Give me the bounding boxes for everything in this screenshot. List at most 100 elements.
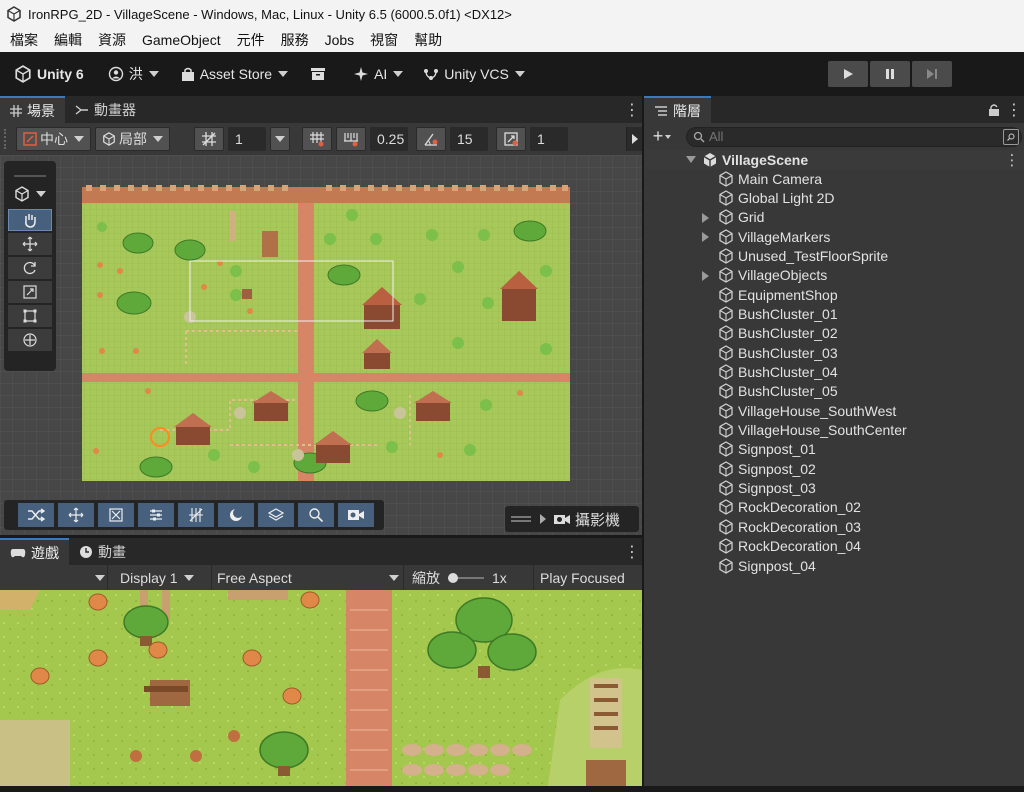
menu-jobs[interactable]: Jobs xyxy=(319,32,361,48)
scene-toolbar-overflow-button[interactable] xyxy=(626,127,642,151)
scene-row-menu-button[interactable]: ⋮ xyxy=(1004,150,1020,169)
play-focused-dropdown[interactable]: Play Focused xyxy=(534,565,642,590)
hierarchy-item[interactable]: RockDecoration_02 xyxy=(718,498,861,517)
hierarchy-item[interactable]: Main Camera xyxy=(718,169,822,188)
hierarchy-item[interactable]: BushCluster_03 xyxy=(718,343,838,362)
asset-store-button[interactable]: Asset Store xyxy=(175,61,294,87)
grid-axis-dropdown[interactable] xyxy=(270,127,290,151)
version-control-button[interactable]: Unity VCS xyxy=(417,61,531,87)
hierarchy-item[interactable]: VillageObjects xyxy=(702,266,827,285)
tab-hierarchy[interactable]: 階層 xyxy=(644,96,711,123)
camera-overlay-button[interactable]: 攝影機 xyxy=(505,506,639,532)
rotate-snap-button[interactable] xyxy=(416,127,446,151)
expand-arrow-icon[interactable] xyxy=(702,232,709,243)
scale-tool-button[interactable] xyxy=(8,281,52,303)
tab-scene[interactable]: 場景 xyxy=(0,96,65,123)
menu-window[interactable]: 視窗 xyxy=(364,30,404,50)
search-input[interactable] xyxy=(709,129,989,144)
scene-root-row[interactable]: VillageScene xyxy=(686,150,808,169)
transform-tool-button[interactable] xyxy=(8,329,52,351)
account-button[interactable]: 洪 xyxy=(102,61,165,87)
expand-arrow-icon[interactable] xyxy=(702,270,709,281)
overlay-tool-9-button[interactable] xyxy=(338,503,374,527)
game-view-type-dropdown[interactable] xyxy=(0,565,108,590)
hierarchy-item[interactable]: RockDecoration_03 xyxy=(718,517,861,536)
overlay-tool-6-button[interactable] xyxy=(218,503,254,527)
scale-snap-button[interactable] xyxy=(496,127,526,151)
snap-increment-field[interactable]: 0.25 xyxy=(370,127,408,151)
increment-snap-button[interactable] xyxy=(336,127,366,151)
hierarchy-item[interactable]: Signpost_04 xyxy=(718,556,816,575)
scene-canvas[interactable] xyxy=(0,155,642,535)
scene-viewport[interactable]: 攝影機 xyxy=(0,155,642,535)
scale-snap-field[interactable]: 1 xyxy=(530,127,568,151)
hierarchy-item[interactable]: Signpost_03 xyxy=(718,479,816,498)
overlay-tool-7-button[interactable] xyxy=(258,503,294,527)
hierarchy-item[interactable]: Signpost_01 xyxy=(718,440,816,459)
scale-slider-thumb[interactable] xyxy=(448,572,458,583)
package-tray-button[interactable] xyxy=(304,61,337,87)
rect-tool-button[interactable] xyxy=(8,305,52,327)
scale-slider[interactable] xyxy=(448,572,484,583)
display-dropdown[interactable]: Display 1 xyxy=(108,565,212,590)
game-viewport[interactable] xyxy=(0,590,642,786)
overlay-tool-2-button[interactable] xyxy=(58,503,94,527)
move-tool-button[interactable] xyxy=(8,233,52,255)
game-panel-menu-button[interactable]: ⋮ xyxy=(622,538,642,565)
hierarchy-item[interactable]: VillageHouse_SouthWest xyxy=(718,401,896,420)
hierarchy-item[interactable]: VillageMarkers xyxy=(702,227,830,246)
overlay-tool-5-button[interactable] xyxy=(178,503,214,527)
overlay-tool-4-button[interactable] xyxy=(138,503,174,527)
scene-header-row[interactable] xyxy=(644,150,1024,169)
scene-panel-menu-button[interactable]: ⋮ xyxy=(622,96,642,123)
view-options-dropdown[interactable] xyxy=(4,181,56,207)
drag-handle[interactable] xyxy=(4,129,10,149)
step-button[interactable] xyxy=(912,61,952,87)
menu-file[interactable]: 檔案 xyxy=(4,30,44,50)
aspect-dropdown[interactable]: Free Aspect xyxy=(212,565,404,590)
hand-tool-button[interactable] xyxy=(8,209,52,231)
tab-animation[interactable]: 動畫 xyxy=(69,538,136,565)
menu-edit[interactable]: 編輯 xyxy=(48,30,88,50)
pivot-mode-dropdown[interactable]: 中心 xyxy=(16,127,91,151)
menu-assets[interactable]: 資源 xyxy=(92,30,132,50)
pause-button[interactable] xyxy=(870,61,910,87)
hierarchy-item[interactable]: Signpost_02 xyxy=(718,459,816,478)
expand-arrow-icon[interactable] xyxy=(702,212,709,223)
menu-gameobject[interactable]: GameObject xyxy=(136,32,227,48)
menu-component[interactable]: 元件 xyxy=(231,30,271,50)
panel-splitter-horizontal[interactable] xyxy=(0,535,642,538)
snap-toggle-button[interactable] xyxy=(302,127,332,151)
panel-splitter[interactable] xyxy=(642,96,644,792)
overlay-tool-1-button[interactable] xyxy=(18,503,54,527)
create-button[interactable]: + xyxy=(646,125,678,149)
hierarchy-item[interactable]: Grid xyxy=(702,208,764,227)
expand-arrow-icon[interactable] xyxy=(686,156,696,163)
hierarchy-item[interactable]: BushCluster_02 xyxy=(718,324,838,343)
menu-services[interactable]: 服務 xyxy=(275,30,315,50)
hierarchy-item[interactable]: BushCluster_04 xyxy=(718,363,838,382)
rotate-tool-button[interactable] xyxy=(8,257,52,279)
ai-button[interactable]: AI xyxy=(347,61,409,87)
tab-game[interactable]: 遊戲 xyxy=(0,538,69,565)
hierarchy-item[interactable]: BushCluster_01 xyxy=(718,304,838,323)
tab-animator[interactable]: 動畫器 xyxy=(65,96,146,123)
overlay-tool-8-button[interactable] xyxy=(298,503,334,527)
search-by-type-button[interactable] xyxy=(1003,128,1019,145)
hierarchy-item[interactable]: Unused_TestFloorSprite xyxy=(718,246,888,265)
rotate-snap-field[interactable]: 15 xyxy=(450,127,488,151)
hierarchy-item[interactable]: Global Light 2D xyxy=(718,188,835,207)
menu-help[interactable]: 幫助 xyxy=(408,30,448,50)
hierarchy-item[interactable]: EquipmentShop xyxy=(718,285,838,304)
unity-version-button[interactable]: Unity 6 xyxy=(8,61,90,87)
hierarchy-item[interactable]: VillageHouse_SouthCenter xyxy=(718,421,907,440)
search-field[interactable] xyxy=(686,126,1022,147)
overlay-tool-3-button[interactable] xyxy=(98,503,134,527)
hierarchy-item[interactable]: BushCluster_05 xyxy=(718,382,838,401)
grid-size-field[interactable]: 1 xyxy=(228,127,266,151)
grid-visibility-button[interactable] xyxy=(194,127,224,151)
hierarchy-menu-button[interactable]: ⋮ xyxy=(1004,96,1024,123)
hierarchy-item[interactable]: RockDecoration_04 xyxy=(718,537,861,556)
pivot-rotation-dropdown[interactable]: 局部 xyxy=(95,127,170,151)
palette-drag-handle[interactable] xyxy=(14,165,46,177)
